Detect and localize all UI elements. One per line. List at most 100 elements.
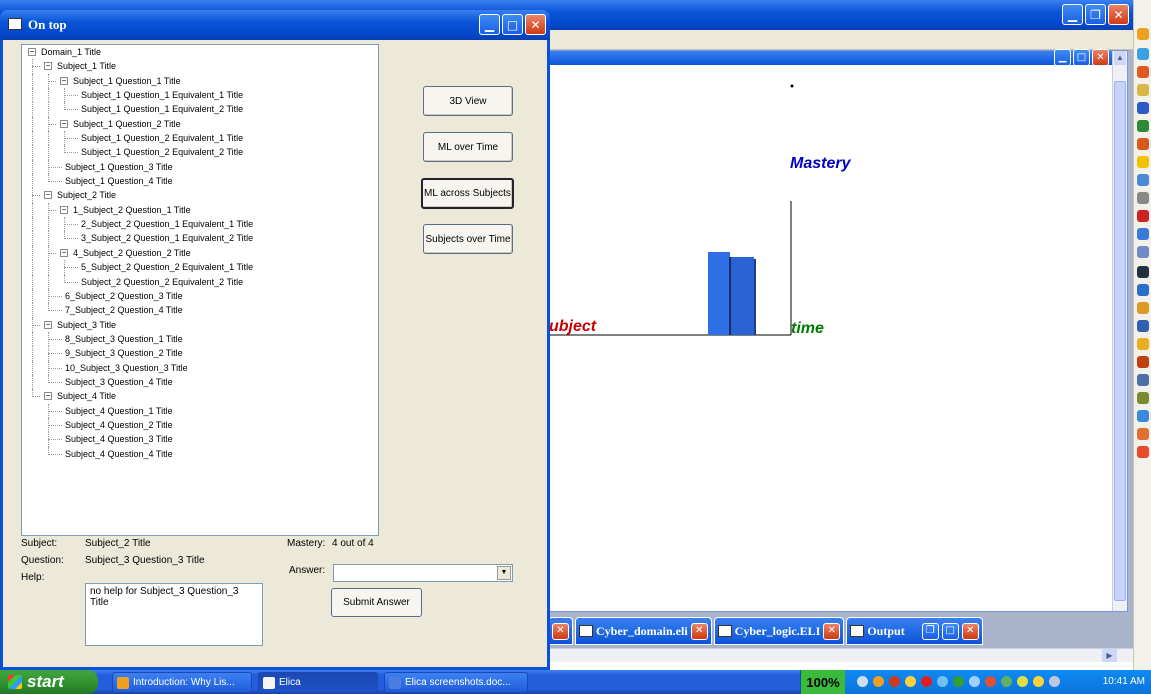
tree-node[interactable]: Subject_1 Question_3 Title xyxy=(22,159,378,175)
close-icon[interactable]: ✕ xyxy=(552,622,569,640)
subjects-over-time-button[interactable]: Subjects over Time xyxy=(423,224,513,254)
collapse-icon[interactable]: − xyxy=(60,205,68,214)
mdi-tab-cyber-logic[interactable]: Cyber_logic.ELI ✕ xyxy=(713,617,845,645)
app-icon[interactable] xyxy=(1137,410,1149,422)
maximize-icon[interactable]: □ xyxy=(941,622,959,640)
word-icon[interactable] xyxy=(1137,102,1149,114)
collapse-icon[interactable]: − xyxy=(28,48,36,56)
ml-over-time-button[interactable]: ML over Time xyxy=(423,132,513,162)
tree-node[interactable]: − Subject_1 Question_2 Title xyxy=(22,116,378,132)
tree-node[interactable]: Subject_4 Question_4 Title xyxy=(22,446,378,461)
app-icon[interactable] xyxy=(1137,266,1149,278)
app-icon[interactable] xyxy=(1137,246,1149,258)
tree-node[interactable]: 3_Subject_2 Question_1 Equivalent_2 Titl… xyxy=(22,231,378,246)
close-icon[interactable]: ✕ xyxy=(961,622,979,640)
submit-answer-button[interactable]: Submit Answer xyxy=(331,588,422,617)
app-icon[interactable] xyxy=(1137,84,1149,96)
3d-view-button[interactable]: 3D View xyxy=(423,86,513,116)
tree-node[interactable]: − Subject_1 Title xyxy=(22,59,378,74)
on-top-dialog[interactable]: On top ▁ □ ✕ − Domain_1 Title − Subject_1 T… xyxy=(0,10,550,670)
taskbar-item-introduction[interactable]: Introduction: Why Lis... xyxy=(112,672,252,693)
tree-node[interactable]: Subject_1 Question_1 Equivalent_1 Title xyxy=(22,88,378,103)
mdi-tab-cyber-domain[interactable]: Cyber_domain.eli ✕ xyxy=(575,617,712,645)
app-icon[interactable] xyxy=(1137,374,1149,386)
tree-node[interactable]: 9_Subject_3 Question_2 Title xyxy=(22,346,378,361)
tray-app-icon[interactable] xyxy=(921,676,932,687)
view-maximize-button[interactable]: □ xyxy=(1073,49,1090,66)
view-close-button[interactable]: ✕ xyxy=(1092,49,1109,66)
app-icon[interactable] xyxy=(1137,302,1149,314)
collapse-icon[interactable]: − xyxy=(44,62,52,71)
app-icon[interactable] xyxy=(1137,392,1149,404)
tray-app-icon[interactable] xyxy=(1001,676,1012,687)
chevron-down-icon[interactable]: ▼ xyxy=(497,566,511,580)
tree-node[interactable]: Subject_1 Question_2 Equivalent_2 Title xyxy=(22,145,378,160)
scroll-right-icon[interactable]: ▶ xyxy=(1102,649,1117,662)
close-icon[interactable]: ✕ xyxy=(690,622,708,640)
view-window-titlebar[interactable]: ▁ □ ✕ xyxy=(549,49,1127,66)
app-icon[interactable] xyxy=(1137,174,1149,186)
view-minimize-button[interactable]: ▁ xyxy=(1054,49,1071,66)
taskbar-item-elica[interactable]: Elica xyxy=(258,672,378,693)
close-button[interactable]: ✕ xyxy=(1108,4,1129,25)
tree-node[interactable]: Subject_3 Question_4 Title xyxy=(22,374,378,390)
three-d-view-window[interactable]: ▁ □ ✕ Mastery ubject time ▲ xyxy=(548,49,1128,613)
view-vertical-scrollbar[interactable]: ▲ xyxy=(1112,51,1127,611)
tree-node[interactable]: Subject_1 Question_4 Title xyxy=(22,174,378,189)
app-icon[interactable] xyxy=(1137,28,1149,40)
mdi-tab-output[interactable]: Output ❐ □ ✕ xyxy=(846,617,983,645)
dialog-maximize-button[interactable]: □ xyxy=(502,14,523,35)
tree-node[interactable]: − Domain_1 Title xyxy=(22,45,378,59)
collapse-icon[interactable]: − xyxy=(60,76,68,85)
dialog-titlebar[interactable]: On top ▁ □ ✕ xyxy=(0,10,550,40)
dialog-close-button[interactable]: ✕ xyxy=(525,14,546,35)
tree-node[interactable]: Subject_4 Question_1 Title xyxy=(22,403,378,418)
three-d-scene[interactable] xyxy=(549,65,1114,613)
minimize-button[interactable]: ▁ xyxy=(1062,4,1083,25)
tree-node[interactable]: 7_Subject_2 Question_4 Title xyxy=(22,303,378,318)
tree-node[interactable]: 10_Subject_3 Question_3 Title xyxy=(22,360,378,375)
answer-dropdown[interactable]: ▼ xyxy=(333,564,513,582)
network-icon[interactable] xyxy=(857,676,868,687)
tray-app-icon[interactable] xyxy=(937,676,948,687)
ml-across-subjects-button[interactable]: ML across Subjects xyxy=(421,178,514,209)
close-icon[interactable]: ✕ xyxy=(823,622,841,640)
tray-app-icon[interactable] xyxy=(873,676,884,687)
tree-node[interactable]: − Subject_4 Title xyxy=(22,389,378,403)
tree-node[interactable]: −4_Subject_2 Question_2 Title xyxy=(22,245,378,261)
app-icon[interactable] xyxy=(1137,428,1149,440)
tree-node[interactable]: Subject_4 Question_3 Title xyxy=(22,432,378,447)
mdi-tab-0[interactable]: ✕ xyxy=(548,617,573,645)
volume-icon[interactable] xyxy=(1033,676,1044,687)
app-icon[interactable] xyxy=(1137,284,1149,296)
taskbar-item-screenshots-doc[interactable]: Elica screenshots.doc... xyxy=(384,672,528,693)
scroll-thumb[interactable] xyxy=(1114,81,1126,601)
app-icon[interactable] xyxy=(1137,446,1149,458)
app-icon[interactable] xyxy=(1137,192,1149,204)
zoom-indicator[interactable]: 100% xyxy=(801,670,845,694)
tray-app-icon[interactable] xyxy=(1017,676,1028,687)
app-icon[interactable] xyxy=(1137,228,1149,240)
tree-node[interactable]: − Subject_3 Title xyxy=(22,317,378,332)
collapse-icon[interactable]: − xyxy=(44,191,52,200)
app-icon[interactable] xyxy=(1137,156,1149,168)
tree-node[interactable]: 8_Subject_3 Question_1 Title xyxy=(22,331,378,347)
tray-app-icon[interactable] xyxy=(1049,676,1060,687)
tray-app-icon[interactable] xyxy=(969,676,980,687)
tree-node[interactable]: 5_Subject_2 Question_2 Equivalent_1 Titl… xyxy=(22,260,378,275)
tray-app-icon[interactable] xyxy=(889,676,900,687)
collapse-icon[interactable]: − xyxy=(60,248,68,257)
domain-tree-view[interactable]: − Domain_1 Title − Subject_1 Title − Subject_… xyxy=(21,44,379,536)
start-button[interactable]: start xyxy=(0,670,98,694)
excel-icon[interactable] xyxy=(1137,120,1149,132)
app-icon[interactable] xyxy=(1137,338,1149,350)
restore-button[interactable]: ❐ xyxy=(1085,4,1106,25)
shield-icon[interactable] xyxy=(905,676,916,687)
tree-node[interactable]: − Subject_2 Title xyxy=(22,188,378,203)
help-textbox[interactable]: no help for Subject_3 Question_3 Title xyxy=(85,583,263,646)
dialog-minimize-button[interactable]: ▁ xyxy=(479,14,500,35)
tree-node[interactable]: 2_Subject_2 Question_1 Equivalent_1 Titl… xyxy=(22,217,378,232)
collapse-icon[interactable]: − xyxy=(60,119,68,128)
tray-app-icon[interactable] xyxy=(953,676,964,687)
tree-node[interactable]: Subject_1 Question_1 Equivalent_2 Title xyxy=(22,102,378,117)
